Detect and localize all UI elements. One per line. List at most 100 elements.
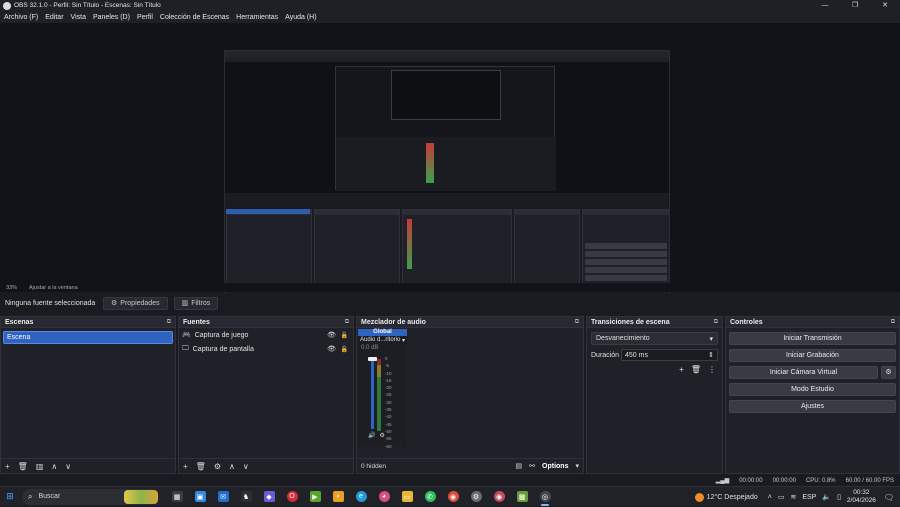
eye-icon[interactable]: 👁: [327, 345, 336, 353]
taskbar-clock[interactable]: 00:32 2/04/2026: [847, 489, 876, 505]
remove-transition-icon[interactable]: 🗑: [691, 365, 701, 374]
close-button[interactable]: ✕: [870, 0, 900, 11]
weather-widget[interactable]: 12°C Despejado: [694, 492, 758, 502]
colorful-app-icon[interactable]: ◕: [374, 488, 394, 506]
obs-app-icon[interactable]: ◎: [535, 488, 555, 506]
link-icon[interactable]: ⚯: [529, 462, 535, 470]
remove-source-icon[interactable]: 🗑: [196, 462, 206, 471]
add-source-icon[interactable]: +: [183, 462, 188, 471]
opera-app-icon[interactable]: O: [282, 488, 302, 506]
filters-button[interactable]: ▥ Filtros: [173, 296, 219, 310]
undock-icon[interactable]: ⧉: [891, 319, 895, 326]
chrome-profile-icon[interactable]: ◉: [489, 488, 509, 506]
virtual-camera-settings-button[interactable]: ⚙: [881, 366, 896, 379]
gear-icon[interactable]: ⚙: [379, 432, 384, 439]
gamepad-icon: 🎮: [182, 332, 191, 339]
shield-app-icon[interactable]: ◗: [328, 488, 348, 506]
chevron-up-icon[interactable]: ˄: [768, 494, 772, 501]
move-down-icon[interactable]: ∨: [65, 462, 71, 471]
menu-editar[interactable]: Editar: [45, 14, 63, 21]
more-options-icon[interactable]: ⋮: [708, 365, 716, 374]
menu-archivo[interactable]: Archivo (F): [4, 14, 38, 21]
store-app-icon[interactable]: ▣: [190, 488, 210, 506]
chrome-browser-icon[interactable]: ◉: [443, 488, 463, 506]
wifi-icon[interactable]: ≋: [790, 493, 796, 501]
move-up-icon[interactable]: ∧: [51, 462, 57, 471]
battery-icon[interactable]: ▯: [837, 493, 841, 501]
menu-paneles[interactable]: Paneles (D): [93, 14, 130, 21]
undock-icon[interactable]: ⧉: [575, 319, 579, 326]
taskbar-search[interactable]: ⌕ Buscar: [22, 488, 159, 505]
start-virtual-camera-button[interactable]: Iniciar Cámara Virtual: [729, 366, 878, 379]
speaker-icon[interactable]: 🔊: [368, 432, 375, 439]
zoom-fit[interactable]: Ajustar a la ventana: [29, 285, 78, 291]
chevron-down-icon[interactable]: ▾: [575, 462, 579, 470]
volume-meter: [377, 359, 381, 431]
meter-scale: 0 -5 -10 -15 -20 -25 -30 -35 -40 -45 -50…: [385, 356, 392, 449]
edge-browser-icon[interactable]: e: [351, 488, 371, 506]
lock-icon[interactable]: 🔓: [341, 346, 348, 353]
file-explorer-icon[interactable]: ▭: [397, 488, 417, 506]
gear-icon: ⚙: [111, 300, 118, 307]
settings-app-icon[interactable]: ⚙: [466, 488, 486, 506]
start-recording-button[interactable]: Iniciar Grabación: [729, 349, 896, 362]
preview-nested-screen: [225, 51, 669, 201]
source-properties-icon[interactable]: ⚙: [214, 462, 221, 471]
restore-button[interactable]: ❐: [840, 0, 870, 11]
filter-scene-icon[interactable]: ▥: [36, 462, 44, 471]
zoom-level[interactable]: 33%: [6, 285, 17, 291]
window-title: OBS 32.1.0 - Perfil: Sin Título - Escena…: [14, 2, 161, 9]
eye-icon[interactable]: 👁: [327, 331, 336, 339]
add-scene-icon[interactable]: +: [5, 462, 10, 471]
person-app-icon[interactable]: ♞: [236, 488, 256, 506]
menu-coleccion-escenas[interactable]: Colección de Escenas: [160, 14, 229, 21]
undock-icon[interactable]: ⧉: [167, 319, 171, 326]
menu-ayuda[interactable]: Ayuda (H): [285, 14, 316, 21]
mail-app-icon[interactable]: ✉: [213, 488, 233, 506]
studio-mode-button[interactable]: Modo Estudio: [729, 383, 896, 396]
mixer-channel-name: Audio d...ritorio: [360, 337, 401, 343]
title-bar: OBS 32.1.0 - Perfil: Sin Título - Escena…: [0, 0, 900, 11]
preview-area[interactable]: [0, 23, 900, 301]
mixer-layout-icon[interactable]: ▤: [516, 462, 523, 470]
move-down-icon[interactable]: ∨: [243, 462, 249, 471]
source-item-screen-capture[interactable]: 🖵 Captura de pantalla 👁 🔓: [179, 342, 353, 356]
minecraft-app-icon[interactable]: ▩: [512, 488, 532, 506]
purple-app-icon[interactable]: ◆: [259, 488, 279, 506]
scene-item[interactable]: Escena: [3, 331, 173, 344]
menu-vista[interactable]: Vista: [71, 14, 86, 21]
duration-label: Duración: [591, 351, 620, 359]
options-button[interactable]: Options: [542, 463, 568, 470]
lock-icon[interactable]: 🔓: [341, 332, 348, 339]
network-icon[interactable]: ▭: [778, 493, 785, 501]
transition-select[interactable]: Desvanecimiento ▾: [591, 332, 718, 345]
task-view-icon[interactable]: ▦: [167, 488, 187, 506]
remove-scene-icon[interactable]: 🗑: [18, 462, 28, 471]
undock-icon[interactable]: ⧉: [714, 319, 718, 326]
volume-icon[interactable]: 🔈: [822, 493, 831, 501]
move-up-icon[interactable]: ∧: [229, 462, 235, 471]
windows-taskbar: ⊞ ⌕ Buscar ▦ ▣ ✉ ♞ ◆ O ▶ ◗ e ◕ ▭ ✆ ◉ ⚙ ◉…: [0, 486, 900, 506]
notification-icon[interactable]: 🗨: [884, 493, 894, 502]
minimize-button[interactable]: —: [810, 0, 840, 11]
windows-start-icon[interactable]: ⊞: [0, 491, 20, 502]
settings-button[interactable]: Ajustes: [729, 400, 896, 413]
duration-stepper[interactable]: 450 ms ⇕: [621, 349, 718, 361]
undock-icon[interactable]: ⧉: [345, 319, 349, 326]
stepper-arrows-icon[interactable]: ⇕: [708, 351, 714, 359]
whatsapp-icon[interactable]: ✆: [420, 488, 440, 506]
volume-fader-handle[interactable]: [368, 357, 377, 361]
menu-perfil[interactable]: Perfil: [137, 14, 153, 21]
program-preview[interactable]: [224, 50, 670, 301]
add-transition-icon[interactable]: +: [679, 365, 684, 374]
menu-herramientas[interactable]: Herramientas: [236, 14, 278, 21]
signal-icon: ▂▄▆: [715, 478, 730, 484]
nvidia-app-icon[interactable]: ▶: [305, 488, 325, 506]
language-indicator[interactable]: ESP: [802, 494, 816, 501]
chevron-down-icon[interactable]: ▾: [402, 337, 405, 344]
properties-button[interactable]: ⚙ Propiedades: [103, 296, 168, 310]
start-streaming-button[interactable]: Iniciar Transmisión: [729, 332, 896, 345]
zoom-bar: 33% Ajustar a la ventana: [0, 283, 900, 292]
source-item-game-capture[interactable]: 🎮 Captura de juego 👁 🔓: [179, 328, 353, 342]
volume-fader-track[interactable]: [371, 359, 374, 429]
